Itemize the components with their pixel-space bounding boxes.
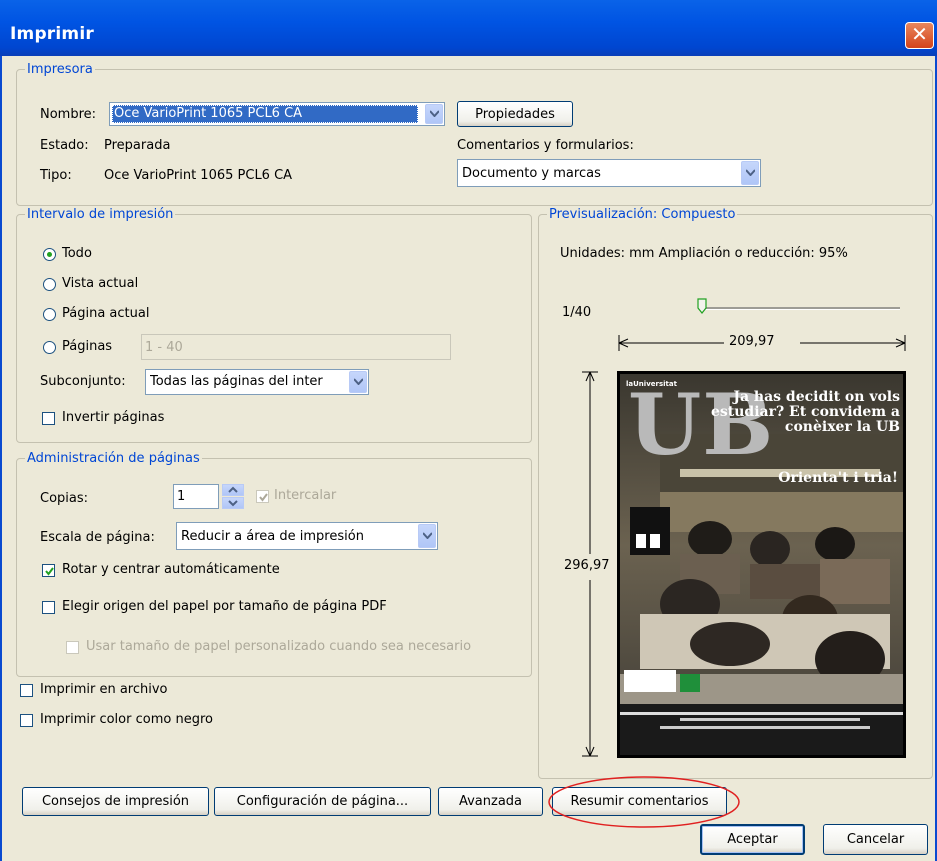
radio-current-view[interactable] — [43, 278, 56, 291]
printer-name-label: Nombre: — [40, 107, 97, 122]
annotation-ellipse — [548, 776, 740, 828]
scale-value: Reducir a área de impresión — [181, 529, 364, 544]
print-to-file-label: Imprimir en archivo — [40, 682, 168, 697]
custom-paper-label: Usar tamaño de papel personalizado cuand… — [86, 639, 472, 654]
comments-value: Documento y marcas — [462, 166, 601, 181]
preview-units: Unidades: mm Ampliación o reducción: 95% — [560, 246, 848, 261]
chevron-down-icon[interactable] — [418, 524, 436, 548]
reverse-pages-label: Invertir páginas — [62, 410, 165, 425]
page-counter: 1/40 — [562, 305, 592, 320]
chevron-down-icon[interactable] — [425, 104, 443, 124]
radio-all[interactable] — [43, 248, 56, 261]
radio-current-view-label: Vista actual — [62, 276, 139, 291]
chevron-down-icon[interactable] — [349, 371, 367, 393]
properties-button-label: Propiedades — [475, 107, 555, 122]
print-to-file-checkbox[interactable] — [20, 684, 33, 697]
advanced-label: Avanzada — [458, 794, 523, 809]
radio-current-page[interactable] — [43, 308, 56, 321]
radio-pages[interactable] — [43, 341, 56, 354]
print-tips-label: Consejos de impresión — [41, 794, 190, 809]
print-range-group: Intervalo de impresión — [16, 207, 532, 443]
printer-name-select[interactable]: Oce VarioPrint 1065 PCL6 CA — [109, 102, 445, 126]
copies-value: 1 — [177, 489, 186, 504]
comments-select[interactable]: Documento y marcas — [457, 159, 761, 187]
width-value: 209,97 — [729, 334, 775, 349]
print-color-black-label: Imprimir color como negro — [40, 712, 213, 727]
chevron-up-icon[interactable] — [222, 484, 244, 496]
page-slider-thumb[interactable] — [697, 298, 707, 314]
custom-paper-checkbox[interactable] — [66, 641, 79, 654]
scale-select[interactable]: Reducir a área de impresión — [176, 522, 438, 550]
page-preview: laUniversitat UB Ja has decidit on vols … — [617, 371, 906, 758]
chevron-down-icon[interactable] — [741, 161, 759, 185]
ok-button[interactable]: Aceptar — [700, 824, 805, 855]
subset-label: Subconjunto: — [40, 374, 126, 389]
scale-label: Escala de página: — [40, 530, 155, 545]
copies-input[interactable]: 1 — [173, 484, 219, 509]
ok-label: Aceptar — [727, 832, 778, 847]
comments-label: Comentarios y formularios: — [457, 138, 634, 153]
poster-cta: Orienta't i tria! — [778, 470, 898, 486]
collate-label: Intercalar — [274, 488, 337, 503]
print-tips-button[interactable]: Consejos de impresión — [22, 787, 209, 816]
chevron-down-icon[interactable] — [222, 497, 244, 509]
paper-source-checkbox[interactable] — [42, 601, 55, 614]
copies-stepper[interactable] — [222, 484, 244, 509]
cancel-label: Cancelar — [846, 832, 905, 847]
copies-label: Copias: — [40, 491, 89, 506]
radio-current-page-label: Página actual — [62, 306, 150, 321]
auto-rotate-label: Rotar y centrar automáticamente — [62, 562, 280, 577]
status-value: Preparada — [104, 138, 171, 153]
reverse-pages-checkbox[interactable] — [42, 412, 55, 425]
subset-select[interactable]: Todas las páginas del inter — [145, 369, 369, 395]
page-handling-legend: Administración de páginas — [27, 451, 200, 466]
print-color-black-checkbox[interactable] — [20, 714, 33, 727]
poster-big-letters: UB — [628, 375, 775, 474]
paper-source-label: Elegir origen del papel por tamaño de pá… — [62, 599, 387, 614]
close-icon: ✕ — [911, 22, 928, 46]
auto-rotate-checkbox[interactable] — [42, 564, 55, 577]
radio-all-label: Todo — [62, 246, 92, 261]
collate-checkbox[interactable] — [256, 490, 269, 503]
advanced-button[interactable]: Avanzada — [438, 787, 543, 816]
print-range-legend: Intervalo de impresión — [27, 207, 174, 222]
printer-name-value: Oce VarioPrint 1065 PCL6 CA — [114, 106, 303, 121]
status-label: Estado: — [40, 138, 89, 153]
radio-pages-label: Páginas — [62, 339, 113, 354]
preview-legend: Previsualización: Compuesto — [549, 207, 736, 222]
cancel-button[interactable]: Cancelar — [823, 824, 928, 855]
type-value: Oce VarioPrint 1065 PCL6 CA — [104, 168, 293, 183]
close-button[interactable]: ✕ — [905, 22, 934, 49]
window-title: Imprimir — [10, 24, 94, 44]
type-label: Tipo: — [40, 168, 72, 183]
title-bar — [0, 0, 937, 56]
page-slider-track[interactable] — [700, 307, 900, 310]
window-border-left — [0, 56, 2, 861]
pages-input-value: 1 - 40 — [145, 340, 183, 355]
page-setup-label: Configuración de página... — [236, 794, 409, 809]
printer-group-legend: Impresora — [27, 62, 93, 77]
height-value: 296,97 — [564, 558, 610, 573]
pages-input[interactable]: 1 - 40 — [141, 334, 451, 360]
subset-value: Todas las páginas del inter — [150, 374, 323, 389]
poster-headline: Ja has decidit on vols estudiar? Et conv… — [710, 389, 900, 435]
page-setup-button[interactable]: Configuración de página... — [214, 787, 431, 816]
properties-button[interactable]: Propiedades — [457, 101, 573, 127]
